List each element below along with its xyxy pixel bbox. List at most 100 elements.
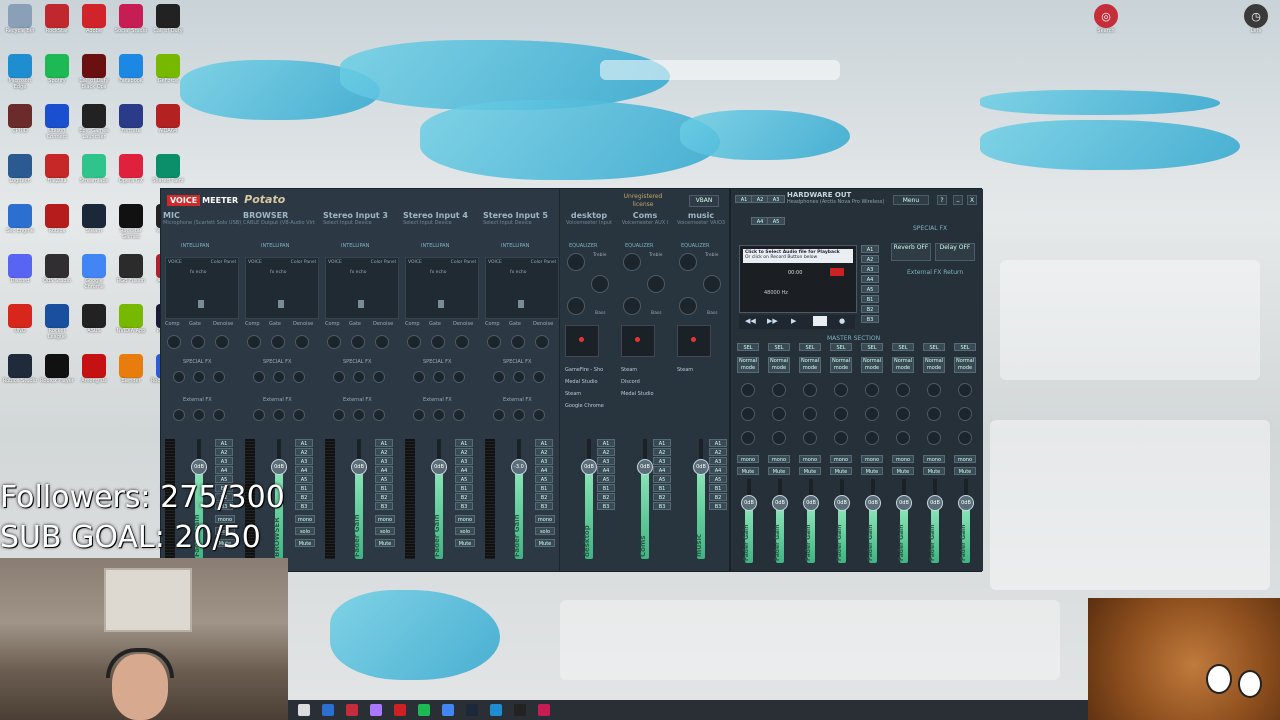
route-button[interactable]: B1 bbox=[535, 484, 553, 492]
hw-out-a3[interactable]: A3 bbox=[767, 195, 785, 203]
treble-knob[interactable] bbox=[679, 253, 697, 271]
fx-knob[interactable] bbox=[353, 371, 365, 383]
route-button[interactable]: A3 bbox=[709, 457, 727, 465]
fader-knob[interactable]: 0dB bbox=[431, 459, 447, 475]
treble-knob[interactable] bbox=[567, 253, 585, 271]
route-button[interactable]: B3 bbox=[653, 502, 671, 510]
ext-knob[interactable] bbox=[433, 409, 445, 421]
knob[interactable] bbox=[407, 335, 421, 349]
delay-off-button[interactable]: Delay OFF bbox=[935, 243, 975, 261]
mono-button[interactable]: mono bbox=[455, 515, 475, 523]
desktop-icon[interactable]: Roblox Player bbox=[39, 354, 75, 384]
mid-knob[interactable] bbox=[591, 275, 609, 293]
knob[interactable] bbox=[327, 335, 341, 349]
mid-knob[interactable] bbox=[647, 275, 665, 293]
bus-output-button[interactable]: A5 bbox=[861, 285, 879, 293]
virtual-strip-device[interactable]: Voicemeeter AUX I bbox=[617, 220, 673, 226]
route-button[interactable]: A1 bbox=[455, 439, 473, 447]
mute-button[interactable]: Mute bbox=[923, 467, 945, 475]
solo-button[interactable]: solo bbox=[535, 527, 555, 535]
route-button[interactable]: A2 bbox=[535, 448, 553, 456]
treble-knob[interactable] bbox=[623, 253, 641, 271]
desktop-icon[interactable]: RockStar bbox=[39, 4, 75, 34]
route-button[interactable]: B1 bbox=[597, 484, 615, 492]
mute-button[interactable]: Mute bbox=[830, 467, 852, 475]
bass-knob[interactable] bbox=[623, 297, 641, 315]
virtual-strip-name[interactable]: music bbox=[673, 211, 729, 220]
route-button[interactable]: A1 bbox=[215, 439, 233, 447]
pan-cursor[interactable] bbox=[278, 300, 284, 308]
record-icon[interactable]: ● bbox=[839, 317, 845, 325]
bus-output-button[interactable]: B1 bbox=[861, 295, 879, 303]
route-button[interactable]: B2 bbox=[653, 493, 671, 501]
fader-knob[interactable]: 0dB bbox=[772, 495, 788, 511]
intellipan-panel[interactable]: VOICE Color Panel fx echo bbox=[405, 257, 479, 319]
bus-output-button[interactable]: A1 bbox=[861, 245, 879, 253]
route-button[interactable]: B1 bbox=[709, 484, 727, 492]
knob[interactable] bbox=[215, 335, 229, 349]
ext-knob[interactable] bbox=[533, 409, 545, 421]
desktop-icon[interactable]: AIDA64 bbox=[150, 104, 186, 134]
mono-button[interactable]: mono bbox=[799, 455, 821, 463]
route-button[interactable]: A1 bbox=[709, 439, 727, 447]
desktop-icon[interactable]: Opera GX bbox=[113, 154, 149, 184]
app-entry[interactable]: Steam bbox=[621, 367, 637, 373]
fader-knob[interactable]: 0dB bbox=[637, 459, 653, 475]
mono-button[interactable]: mono bbox=[830, 455, 852, 463]
mono-button[interactable]: mono bbox=[295, 515, 315, 523]
route-button[interactable]: A3 bbox=[653, 457, 671, 465]
fx-knob[interactable] bbox=[333, 371, 345, 383]
bus-knob[interactable] bbox=[772, 431, 786, 445]
ext-knob[interactable] bbox=[293, 409, 305, 421]
route-button[interactable]: B2 bbox=[375, 493, 393, 501]
strip-name[interactable]: Stereo Input 4 bbox=[403, 211, 479, 220]
desktop-icon[interactable]: GeForce bbox=[150, 54, 186, 84]
desktop-icon[interactable]: Shared Paint bbox=[150, 154, 186, 184]
app-entry[interactable]: Medal Studio bbox=[565, 379, 598, 385]
route-button[interactable]: A4 bbox=[295, 466, 313, 474]
desktop-icon[interactable]: Epic Games Launcher bbox=[76, 104, 112, 140]
route-button[interactable]: A1 bbox=[375, 439, 393, 447]
ext-knob[interactable] bbox=[493, 409, 505, 421]
mute-button[interactable]: Mute bbox=[799, 467, 821, 475]
taskbar-app-icon[interactable] bbox=[466, 704, 478, 716]
bus-knob[interactable] bbox=[772, 383, 786, 397]
mute-button[interactable]: Mute bbox=[861, 467, 883, 475]
ext-knob[interactable] bbox=[373, 409, 385, 421]
intellipan-panel[interactable]: VOICE Color Panel fx echo bbox=[325, 257, 399, 319]
fx-knob[interactable] bbox=[513, 371, 525, 383]
route-button[interactable]: A3 bbox=[597, 457, 615, 465]
pan-cursor[interactable] bbox=[358, 300, 364, 308]
route-button[interactable]: A4 bbox=[455, 466, 473, 474]
strip-device[interactable]: Select Input Device bbox=[323, 220, 399, 226]
fader-knob[interactable]: 0dB bbox=[581, 459, 597, 475]
ext-knob[interactable] bbox=[333, 409, 345, 421]
fx-knob[interactable] bbox=[493, 371, 505, 383]
bus-output-button[interactable]: B2 bbox=[861, 305, 879, 313]
normal-mode-button[interactable]: Normal mode bbox=[799, 357, 821, 373]
route-button[interactable]: A3 bbox=[215, 457, 233, 465]
fx-knob[interactable] bbox=[433, 371, 445, 383]
desktop-icon[interactable]: ASUS bbox=[76, 304, 112, 334]
ext-knob[interactable] bbox=[213, 409, 225, 421]
mute-button[interactable]: Mute bbox=[455, 539, 475, 547]
menu-button[interactable]: Menu bbox=[893, 195, 929, 205]
taskbar-app-icon[interactable] bbox=[298, 704, 310, 716]
desktop-icon[interactable]: Adobe bbox=[76, 4, 112, 34]
app-entry[interactable]: Google Chrome bbox=[565, 403, 604, 409]
bus-knob[interactable] bbox=[741, 431, 755, 445]
knob[interactable] bbox=[535, 335, 549, 349]
normal-mode-button[interactable]: Normal mode bbox=[861, 357, 883, 373]
route-button[interactable]: A4 bbox=[535, 466, 553, 474]
desktop-icon[interactable]: Streamlabs bbox=[76, 154, 112, 184]
fader-knob[interactable]: 0dB bbox=[803, 495, 819, 511]
mono-button[interactable]: mono bbox=[375, 515, 395, 523]
fader-knob[interactable]: 0dB bbox=[958, 495, 974, 511]
hw-out-a5[interactable]: A5 bbox=[767, 217, 785, 225]
bus-output-button[interactable]: A4 bbox=[861, 275, 879, 283]
desktop-icon[interactable]: FileZilla bbox=[39, 154, 75, 184]
knob[interactable] bbox=[271, 335, 285, 349]
knob[interactable] bbox=[511, 335, 525, 349]
knob[interactable] bbox=[247, 335, 261, 349]
bus-knob[interactable] bbox=[803, 407, 817, 421]
